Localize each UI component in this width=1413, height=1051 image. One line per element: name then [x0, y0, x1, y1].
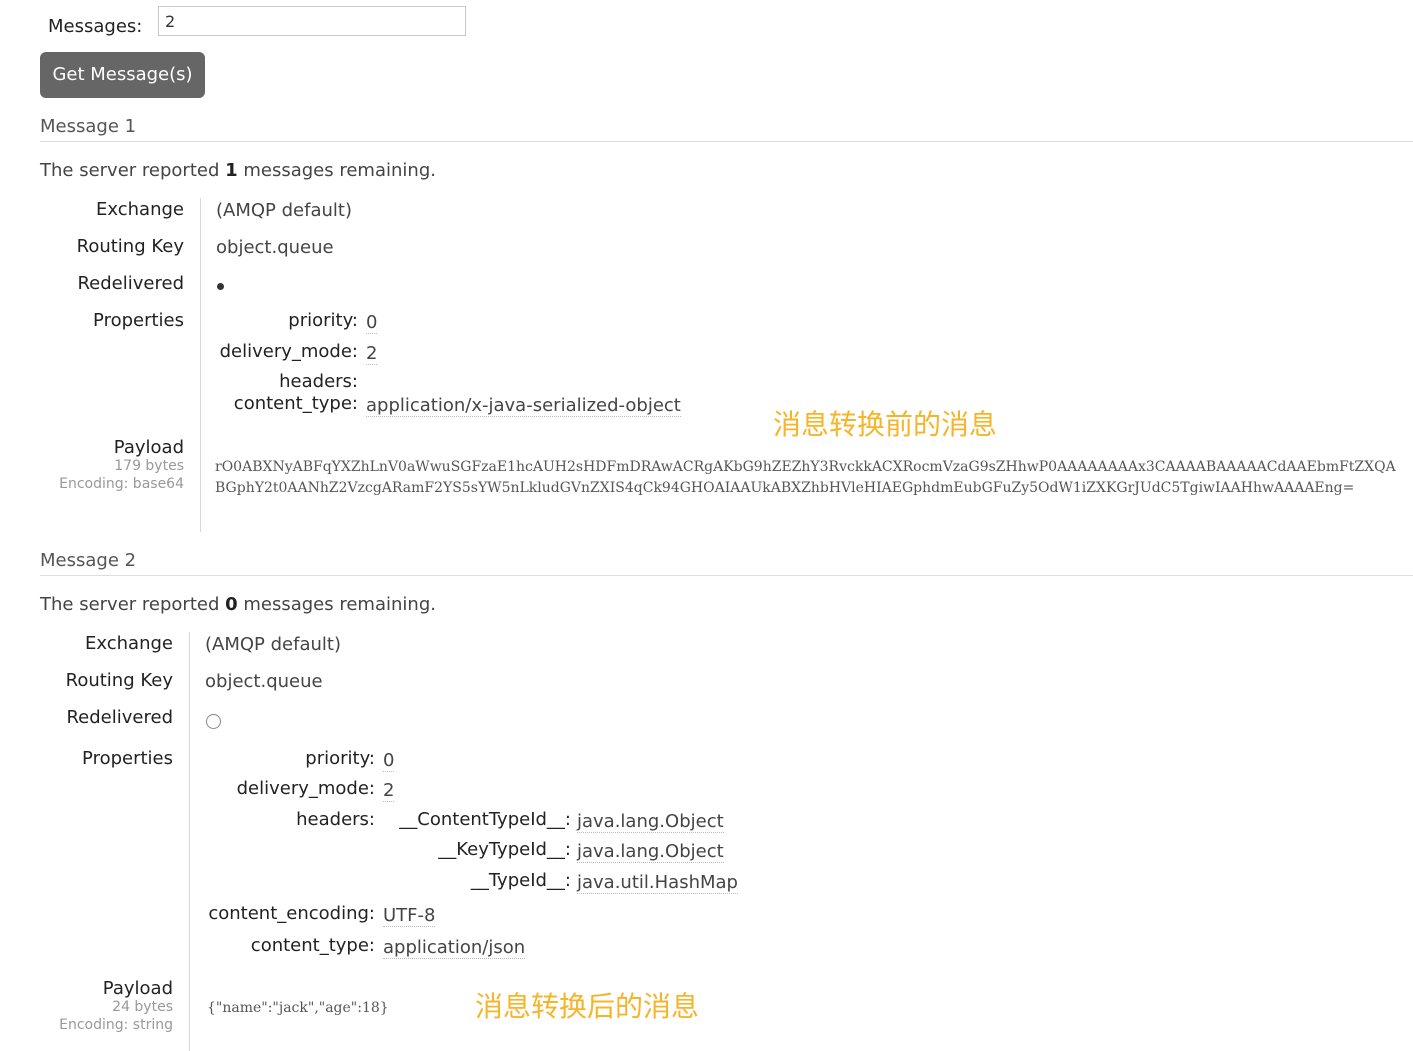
get-messages-button[interactable]: Get Message(s)	[40, 52, 205, 98]
prop-key-delivery-mode: delivery_mode:	[236, 778, 375, 799]
redelivered-true-dot-icon	[217, 283, 224, 290]
prop-key-content-type: content_type:	[250, 935, 375, 956]
routing-key-label: Routing Key	[76, 236, 184, 257]
payload-size: 179 bytes	[114, 458, 184, 474]
annotation-before-conversion: 消息转换前的消息	[773, 408, 998, 441]
message-title: Message 1	[40, 116, 137, 137]
section-divider	[40, 575, 1413, 576]
header-value-type-id: java.util.HashMap	[577, 872, 738, 894]
exchange-label: Exchange	[85, 633, 173, 654]
prop-key-content-encoding: content_encoding:	[208, 903, 375, 924]
exchange-value: (AMQP default)	[216, 200, 352, 221]
prop-value-priority: 0	[383, 750, 395, 772]
routing-key-value: object.queue	[216, 237, 334, 258]
payload-label: Payload	[102, 978, 173, 999]
redelivered-false-ring-icon	[206, 714, 221, 729]
remaining-count: 1	[225, 160, 238, 181]
header-key-type-id: __TypeId__:	[470, 870, 571, 891]
prop-value-content-encoding: UTF-8	[383, 905, 436, 927]
prop-value-content-type: application/x-java-serialized-object	[366, 395, 681, 417]
annotation-after-conversion: 消息转换后的消息	[475, 990, 700, 1023]
payload-content: rO0ABXNyABFqYXZhLnV0aWwuSGFzaE1hcAUH2sHD…	[215, 457, 1405, 499]
prop-key-priority: priority:	[305, 748, 375, 769]
properties-label: Properties	[93, 310, 184, 331]
prop-value-delivery-mode: 2	[383, 780, 395, 802]
redelivered-label: Redelivered	[66, 707, 173, 728]
prop-value-priority: 0	[366, 312, 378, 334]
header-value-key-type-id: java.lang.Object	[577, 841, 724, 863]
payload-encoding: Encoding: base64	[59, 476, 184, 492]
header-key-key-type-id: __KeyTypeId__:	[438, 839, 571, 860]
messages-label: Messages:	[48, 16, 143, 37]
message-title: Message 2	[40, 550, 137, 571]
prop-key-delivery-mode: delivery_mode:	[219, 341, 358, 362]
exchange-label: Exchange	[96, 199, 184, 220]
payload-encoding: Encoding: string	[59, 1017, 173, 1033]
section-divider	[40, 141, 1413, 142]
details-divider	[189, 632, 190, 1051]
prop-key-content-type: content_type:	[233, 393, 358, 414]
remaining-count: 0	[225, 594, 238, 615]
remaining-text: The server reported 1 messages remaining…	[40, 160, 436, 181]
routing-key-label: Routing Key	[65, 670, 173, 691]
prop-key-priority: priority:	[288, 310, 358, 331]
payload-content: {"name":"jack","age":18}	[207, 1000, 389, 1016]
properties-label: Properties	[82, 748, 173, 769]
remaining-text: The server reported 0 messages remaining…	[40, 594, 436, 615]
redelivered-label: Redelivered	[77, 273, 184, 294]
header-key-content-type-id: __ContentTypeId__:	[399, 809, 571, 830]
prop-key-headers: headers:	[296, 809, 375, 830]
details-divider	[200, 198, 201, 532]
prop-value-delivery-mode: 2	[366, 343, 378, 365]
exchange-value: (AMQP default)	[205, 634, 341, 655]
payload-size: 24 bytes	[112, 999, 173, 1015]
payload-line: BGphY2t0AANhZ2VzcgARamF2YS5sYW5nLkludGVn…	[215, 480, 1355, 496]
payload-line: rO0ABXNyABFqYXZhLnV0aWwuSGFzaE1hcAUH2sHD…	[215, 459, 1396, 475]
prop-key-headers: headers:	[279, 371, 358, 392]
header-value-content-type-id: java.lang.Object	[577, 811, 724, 833]
messages-count-input[interactable]	[158, 6, 466, 36]
routing-key-value: object.queue	[205, 671, 323, 692]
payload-label: Payload	[113, 437, 184, 458]
prop-value-content-type: application/json	[383, 937, 526, 959]
